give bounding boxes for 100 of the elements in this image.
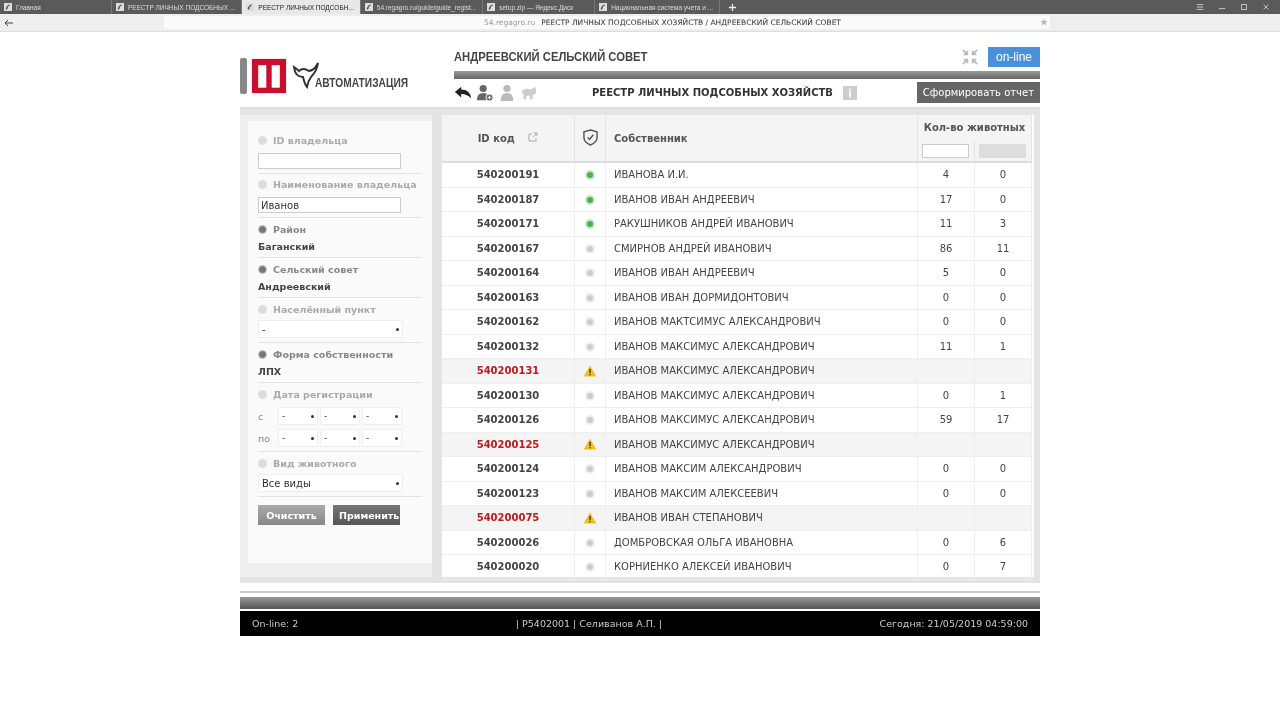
status-dot (585, 317, 595, 328)
table-cell: 6 (999, 536, 1007, 548)
input-field[interactable] (258, 152, 401, 169)
table-cell: 3 (999, 218, 1007, 230)
table-cell: 7 (999, 561, 1007, 573)
table-cell: ИВАНОВ МАКСИМУС АЛЕКСАНДРОВИЧ (605, 407, 918, 432)
table-cell: 540200075 (442, 505, 575, 530)
table-cell: 17 (996, 414, 1010, 426)
table-cell: КОРНИЕНКО АЛЕКСЕЙ ИВАНОВИЧ (605, 554, 918, 579)
table-cell: 540200131 (442, 358, 575, 383)
dropdown[interactable]: - (362, 429, 402, 447)
filter-label: Дата регистрации (273, 388, 373, 400)
table-cell: ИВАНОВ МАКСИМ АЛЕКСЕЕВИЧ (605, 481, 918, 506)
input-field[interactable]: Иванов (258, 197, 401, 213)
maximize-icon[interactable] (1240, 3, 1248, 11)
horn-icon (246, 3, 255, 11)
filter-field[interactable] (922, 143, 969, 158)
dropdown[interactable]: - (320, 407, 360, 425)
status-dot (585, 390, 595, 401)
dropdown[interactable]: - (278, 407, 318, 425)
logo-bar (240, 57, 247, 94)
table-cell: ИВАНОВ ИВАН АНДРЕЕВИЧ (605, 187, 918, 212)
table-cell: 540200026 (442, 530, 575, 555)
table-cell: ИВАНОВ МАКСИМУС АЛЕКСАНДРОВИЧ (605, 334, 918, 359)
radio-button[interactable] (258, 389, 267, 399)
radio-button[interactable] (258, 304, 267, 314)
dropdown[interactable]: - (362, 407, 402, 425)
filter-value: Баганский (258, 241, 316, 252)
table-cell: 540200020 (442, 554, 575, 579)
column-header: Кол-во животных (917, 115, 1032, 141)
radio-button[interactable] (258, 180, 267, 189)
table-cell: 0 (942, 487, 950, 499)
horn-icon (487, 3, 496, 11)
radio-button[interactable] (258, 349, 267, 359)
plus-icon[interactable] (728, 2, 738, 12)
table-cell: 0 (942, 389, 950, 401)
filter-label: Сельский совет (273, 263, 359, 275)
status-dot (585, 562, 595, 573)
collapse-icon[interactable] (960, 47, 979, 66)
filter-value: ЛПХ (258, 366, 283, 377)
table-cell: 540200132 (442, 334, 575, 359)
table-cell: 0 (999, 487, 1007, 499)
page-title: РЕЕСТР ЛИЧНЫХ ПОДСОБНЫХ ХОЗЯЙСТВ (592, 87, 833, 99)
filter-button[interactable]: Применить (333, 505, 400, 525)
table-cell: 1 (999, 340, 1007, 352)
back-arrow-icon[interactable] (4, 17, 14, 28)
dropdown[interactable]: Все виды (258, 474, 403, 492)
status-dot (585, 194, 595, 205)
table-cell: СМИРНОВ АНДРЕЙ ИВАНОВИЧ (605, 236, 918, 261)
table-cell: 0 (942, 316, 950, 328)
table-cell: ИВАНОВ ИВАН ДОРМИДОНТОВИЧ (605, 285, 918, 310)
table-cell: 0 (942, 536, 950, 548)
dropdown[interactable]: - (278, 429, 318, 447)
table-cell: 0 (942, 561, 950, 573)
table-cell: ИВАНОВ МАКСИМУС АЛЕКСАНДРОВИЧ (605, 358, 918, 383)
online-badge: on-line (987, 46, 1040, 67)
horn-icon (364, 3, 373, 11)
user-info: | Р5402001 | Селиванов А.П. | (515, 618, 663, 629)
column-header[interactable]: ID код (442, 115, 575, 162)
info-icon[interactable] (842, 85, 857, 100)
radio-button[interactable] (258, 135, 267, 145)
report-button[interactable]: Сформировать отчет (916, 82, 1040, 104)
table-cell: ИВАНОВ ИВАН АНДРЕЕВИЧ (605, 260, 918, 285)
status-dot (585, 341, 595, 352)
shield-icon (582, 128, 598, 146)
star-icon[interactable] (1040, 18, 1048, 26)
dropdown[interactable]: - (258, 320, 403, 338)
add-user-icon[interactable] (476, 83, 494, 102)
table-cell: 1 (999, 389, 1007, 401)
table-cell: 11 (939, 218, 953, 230)
filter-label: Вид животного (273, 457, 357, 469)
external-link-icon[interactable] (528, 132, 539, 142)
filter-label: Населённый пункт (273, 303, 376, 315)
horn-icon (599, 3, 608, 11)
radio-button[interactable] (258, 224, 267, 234)
table-cell: 540200124 (442, 456, 575, 481)
table-cell: ИВАНОВ МАКСИМУС АЛЕКСАНДРОВИЧ (605, 383, 918, 408)
menu-icon[interactable] (1196, 3, 1204, 11)
table-cell: 86 (939, 242, 953, 254)
radio-button[interactable] (258, 264, 267, 274)
filter-label: ID владельца (273, 134, 348, 146)
online-count: On-line: 2 (252, 618, 299, 629)
close-icon[interactable] (1262, 3, 1270, 11)
status-dot (585, 537, 595, 548)
warning-icon (583, 438, 597, 451)
dropdown[interactable]: - (320, 429, 360, 447)
table-cell: 17 (939, 193, 953, 205)
table-cell: 5 (942, 267, 950, 279)
status-dot (585, 292, 595, 303)
table-cell: ДОМБРОВСКАЯ ОЛЬГА ИВАНОВНА (605, 530, 918, 555)
table-cell: 11 (939, 340, 953, 352)
status-dot (585, 268, 595, 279)
table-cell: 540200125 (442, 432, 575, 457)
column-header[interactable]: Собственник (605, 115, 918, 162)
logo-icon (251, 57, 287, 94)
table-cell: 0 (999, 193, 1007, 205)
radio-button[interactable] (258, 458, 267, 468)
table-cell: ИВАНОВА И.И. (605, 162, 918, 187)
date-label: с (258, 410, 265, 422)
table-cell: 540200171 (442, 211, 575, 236)
